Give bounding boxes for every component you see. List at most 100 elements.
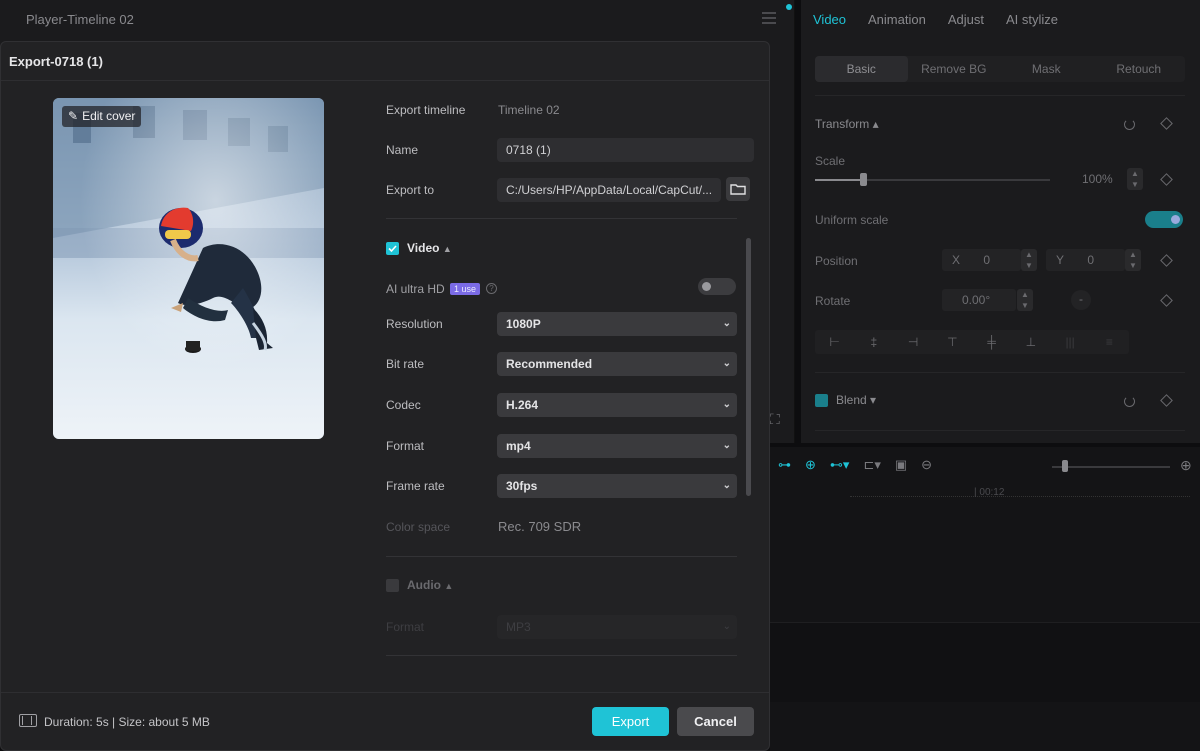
video-section-title[interactable]: Video ▲ xyxy=(407,241,452,255)
export-dialog: Export-0718 (1) ✎ Edit cover Export time… xyxy=(0,41,770,751)
menu-icon[interactable] xyxy=(762,12,776,24)
audio-format-select[interactable]: MP3 ⌄ xyxy=(497,615,737,639)
chevron-down-icon: ⌄ xyxy=(722,358,731,369)
video-checkbox[interactable] xyxy=(386,242,399,255)
subtab-remove-bg[interactable]: Remove BG xyxy=(908,56,1001,82)
align-left-icon[interactable]: ⊢ xyxy=(815,330,854,354)
link-icon[interactable]: ⊶ xyxy=(778,457,791,473)
rotate-label: Rotate xyxy=(815,294,851,308)
framerate-select[interactable]: 30fps ⌄ xyxy=(497,474,737,498)
caption-icon[interactable]: ▣ xyxy=(895,457,907,473)
fullscreen-icon[interactable]: ⛶ xyxy=(770,411,780,428)
position-x-field[interactable]: X 0 xyxy=(942,249,1021,271)
align-bottom-icon[interactable]: ⊥ xyxy=(1011,330,1050,354)
keyframe-icon[interactable] xyxy=(1160,254,1173,267)
skater-image xyxy=(53,98,324,439)
properties-panel: Video Animation Adjust AI stylize Basic … xyxy=(801,0,1200,443)
uniform-scale-toggle[interactable] xyxy=(1145,211,1183,228)
name-input[interactable]: 0718 (1) xyxy=(497,138,754,162)
subtab-mask[interactable]: Mask xyxy=(1000,56,1093,82)
divider xyxy=(815,95,1185,96)
audio-format-value: MP3 xyxy=(506,620,531,634)
resolution-value: 1080P xyxy=(506,317,541,331)
subtab-basic[interactable]: Basic xyxy=(815,56,908,82)
align-toolbar: ⊢ ‡ ⊣ ⊤ ╪ ⊥ ||| ≡ xyxy=(815,330,1129,354)
timeline-track[interactable] xyxy=(770,622,1200,702)
scale-value[interactable]: 100% xyxy=(1082,172,1113,186)
tab-animation[interactable]: Animation xyxy=(868,12,926,27)
align-top-icon[interactable]: ⊤ xyxy=(933,330,972,354)
video-section-label: Video xyxy=(407,241,440,255)
position-x-stepper[interactable]: ▲ ▼ xyxy=(1021,249,1037,271)
keyframe-icon[interactable] xyxy=(1160,394,1173,407)
ai-ultra-hd-toggle[interactable] xyxy=(698,278,736,295)
scale-slider-fill xyxy=(815,179,863,181)
zoom-slider-track[interactable] xyxy=(1052,466,1170,468)
tab-ai-stylize[interactable]: AI stylize xyxy=(1006,12,1058,27)
scale-slider-handle[interactable] xyxy=(860,173,867,186)
magnet-icon[interactable]: ⊕ xyxy=(805,457,816,473)
divider xyxy=(815,372,1185,373)
transform-section-title[interactable]: Transform ▴ xyxy=(815,117,879,131)
keyframe-icon[interactable] xyxy=(1160,294,1173,307)
preview-axis-icon[interactable]: ⊏▾ xyxy=(863,457,880,473)
bitrate-select[interactable]: Recommended ⌄ xyxy=(497,352,737,376)
audio-section-title[interactable]: Audio ▲ xyxy=(407,578,453,592)
blend-section-title[interactable]: Blend ▾ xyxy=(836,393,876,407)
position-y-stepper[interactable]: ▲ ▼ xyxy=(1125,249,1141,271)
chevron-down-icon: ⌄ xyxy=(722,399,731,410)
pencil-icon: ✎ xyxy=(68,109,79,123)
blend-label: Blend xyxy=(836,393,867,407)
zoom-slider-handle[interactable] xyxy=(1062,460,1068,472)
export-path-input[interactable]: C:/Users/HP/AppData/Local/CapCut/... xyxy=(497,178,721,202)
keyframe-icon[interactable] xyxy=(1160,117,1173,130)
distribute-v-icon[interactable]: ≡ xyxy=(1090,330,1129,354)
name-label: Name xyxy=(386,143,419,157)
tab-video[interactable]: Video xyxy=(813,12,846,27)
position-label: Position xyxy=(815,254,858,268)
reset-icon[interactable] xyxy=(1124,396,1135,407)
divider xyxy=(386,655,737,656)
cancel-button[interactable]: Cancel xyxy=(677,707,754,736)
zoom-out-icon[interactable]: ⊖ xyxy=(921,457,932,473)
film-icon xyxy=(19,714,37,727)
scale-stepper[interactable]: ▲ ▼ xyxy=(1127,168,1143,190)
rotate-stepper[interactable]: ▲ ▼ xyxy=(1017,289,1033,311)
codec-select[interactable]: H.264 ⌄ xyxy=(497,393,737,417)
zoom-in-icon[interactable]: ⊕ xyxy=(1180,457,1192,474)
audio-checkbox[interactable] xyxy=(386,579,399,592)
scrollbar[interactable] xyxy=(746,238,751,496)
ai-uses-badge: 1 use xyxy=(450,283,481,295)
align-center-v-icon[interactable]: ╪ xyxy=(972,330,1011,354)
tab-adjust[interactable]: Adjust xyxy=(948,12,984,27)
align-right-icon[interactable]: ⊣ xyxy=(894,330,933,354)
uniform-scale-label: Uniform scale xyxy=(815,213,889,227)
position-y-field[interactable]: Y 0 xyxy=(1046,249,1125,271)
export-timeline-label: Export timeline xyxy=(386,103,466,117)
x-value: 0 xyxy=(983,253,991,267)
reset-icon[interactable] xyxy=(1124,119,1135,130)
distribute-h-icon[interactable]: ||| xyxy=(1051,330,1090,354)
chain-icon[interactable]: ⊷▾ xyxy=(830,457,850,473)
timeline-ruler[interactable] xyxy=(850,487,1190,497)
rotate-dial-icon[interactable]: - xyxy=(1071,290,1091,310)
align-center-h-icon[interactable]: ‡ xyxy=(854,330,893,354)
keyframe-icon[interactable] xyxy=(1160,173,1173,186)
scale-label: Scale xyxy=(815,154,846,168)
codec-value: H.264 xyxy=(506,398,539,412)
blend-checkbox[interactable] xyxy=(815,394,828,407)
resolution-select[interactable]: 1080P ⌄ xyxy=(497,312,737,336)
edit-cover-button[interactable]: ✎ Edit cover xyxy=(62,106,142,127)
format-select[interactable]: mp4 ⌄ xyxy=(497,434,737,458)
player-title: Player-Timeline 02 xyxy=(26,12,134,27)
divider xyxy=(1,692,769,693)
bitrate-label: Bit rate xyxy=(386,357,425,371)
cover-thumbnail[interactable]: ✎ Edit cover xyxy=(53,98,324,439)
export-button[interactable]: Export xyxy=(592,707,669,736)
rotate-field[interactable]: 0.00° xyxy=(942,289,1016,311)
help-icon[interactable]: ? xyxy=(486,283,497,294)
subtab-retouch[interactable]: Retouch xyxy=(1093,56,1186,82)
browse-folder-button[interactable] xyxy=(726,177,750,201)
dialog-title: Export-0718 (1) xyxy=(9,54,103,69)
audio-format-label: Format xyxy=(386,620,425,634)
